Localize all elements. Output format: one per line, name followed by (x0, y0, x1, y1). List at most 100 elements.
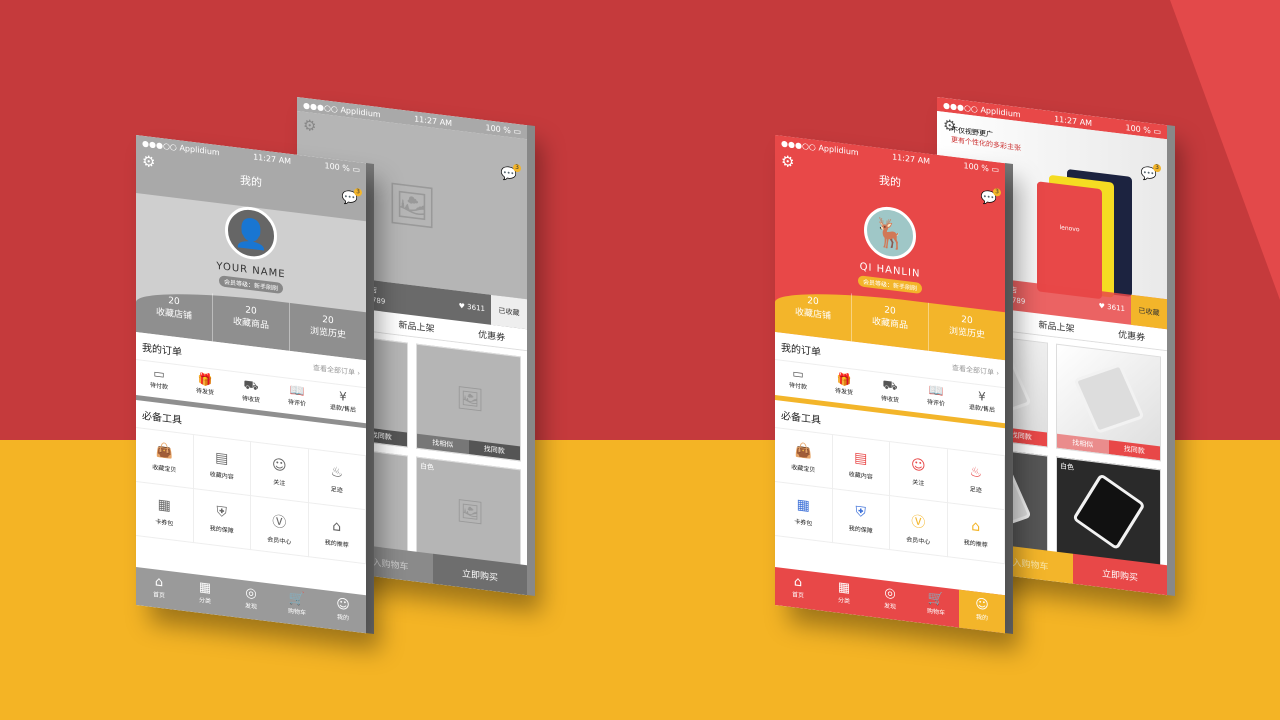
favorited-button[interactable]: 已收藏 (1131, 294, 1167, 330)
tool-content[interactable]: ▤ 收藏内容 (193, 435, 251, 497)
phone-edge (527, 125, 535, 596)
message-icon[interactable]: 💬 3 (1141, 163, 1161, 183)
message-icon[interactable]: 💬 3 (501, 163, 521, 183)
tool-footprint[interactable]: ♨ 足迹 (308, 449, 366, 511)
tab-cart[interactable]: 🛒 购物车 (274, 584, 320, 628)
tool-vip[interactable]: Ⓥ 会员中心 (890, 496, 948, 558)
content-icon: ▤ (215, 449, 229, 468)
order-refund[interactable]: ¥ 退款/售后 (959, 387, 1005, 418)
tool-card[interactable]: ▦ 卡券包 (775, 482, 833, 544)
order-label: 待收货 (880, 395, 899, 405)
vip-icon: Ⓥ (272, 513, 287, 532)
image-placeholder-icon: 🖼 (386, 179, 438, 232)
order-truck[interactable]: ⛟ 待收货 (228, 375, 274, 406)
tab-discover[interactable]: ◎ 发现 (228, 578, 274, 622)
follow-icon: ☺ (271, 456, 287, 475)
shop-tab-2[interactable]: 优惠券 (478, 327, 505, 343)
tool-follow[interactable]: ☺ 关注 (890, 442, 948, 504)
order-wallet[interactable]: ▭ 待付款 (136, 364, 182, 395)
find-similar-button[interactable]: 找相似 (1057, 433, 1109, 455)
tool-recommend[interactable]: ⌂ 我的推荐 (308, 503, 366, 565)
gear-icon[interactable]: ⚙ (781, 152, 794, 172)
view-all-orders-link[interactable]: 查看全部订单 › (313, 362, 360, 378)
vip-icon: Ⓥ (911, 513, 926, 532)
tool-recommend[interactable]: ⌂ 我的推荐 (947, 503, 1005, 565)
tab-me[interactable]: ☺ 我的 (320, 590, 366, 634)
category-icon: ▦ (198, 579, 212, 597)
tool-vip[interactable]: Ⓥ 会员中心 (251, 496, 309, 558)
product-card[interactable]: 找相似 找同款 (1056, 343, 1161, 462)
order-gift[interactable]: 🎁 待发货 (182, 370, 228, 401)
tools-title: 必备工具 (142, 410, 182, 427)
order-refund[interactable]: ¥ 退款/售后 (320, 387, 366, 418)
order-book[interactable]: 📖 待评价 (913, 381, 959, 412)
bag-icon: 👜 (155, 442, 173, 461)
tool-label: 收藏内容 (209, 471, 234, 482)
shop-tab-2[interactable]: 优惠券 (1118, 327, 1145, 343)
find-same-button[interactable]: 找同款 (1108, 440, 1160, 461)
view-all-orders-link[interactable]: 查看全部订单 › (952, 362, 999, 378)
gear-icon[interactable]: ⚙ (303, 116, 316, 136)
shield-icon: ⛨ (855, 503, 867, 522)
shield-icon: ⛨ (216, 503, 228, 522)
stat-1[interactable]: 20 收藏商品 (852, 293, 929, 351)
tool-shield[interactable]: ⛨ 我的保障 (832, 489, 890, 551)
order-label: 待评价 (926, 398, 945, 408)
message-count: 3 (513, 163, 521, 173)
tab-me[interactable]: ☺ 我的 (959, 589, 1005, 634)
refund-icon: ¥ (339, 388, 347, 404)
recommend-icon: ⌂ (332, 518, 342, 536)
stat-2[interactable]: 20 浏览历史 (290, 303, 366, 360)
tool-bag[interactable]: 👜 收藏宝贝 (775, 428, 833, 490)
tab-home[interactable]: ⌂ 首页 (136, 567, 182, 611)
order-gift[interactable]: 🎁 待发货 (821, 370, 867, 401)
stat-2[interactable]: 20 浏览历史 (929, 303, 1005, 360)
message-count: 3 (354, 187, 362, 197)
order-wallet[interactable]: ▭ 待付款 (775, 364, 821, 395)
favorited-button[interactable]: 已收藏 (491, 294, 527, 330)
stat-0[interactable]: 20 收藏店铺 (136, 284, 213, 342)
phone-edge (366, 163, 374, 634)
shop-tab-1[interactable]: 新品上架 (1038, 317, 1074, 334)
refund-icon: ¥ (978, 388, 986, 404)
order-book[interactable]: 📖 待评价 (274, 381, 320, 412)
tool-card[interactable]: ▦ 卡券包 (136, 482, 194, 544)
cart-icon: 🛒 (927, 590, 945, 608)
tab-discover[interactable]: ◎ 发现 (867, 578, 913, 622)
tab-category[interactable]: ▦ 分类 (182, 573, 228, 617)
tab-category[interactable]: ▦ 分类 (821, 573, 867, 617)
tool-content[interactable]: ▤ 收藏内容 (832, 435, 890, 497)
likes-count: ♥ 3611 (458, 301, 485, 314)
likes-count: ♥ 3611 (1098, 301, 1125, 314)
avatar[interactable]: 🦌 (864, 203, 916, 263)
tab-label: 购物车 (287, 607, 306, 617)
tab-cart[interactable]: 🛒 购物车 (913, 584, 959, 628)
background-corner (1170, 0, 1280, 300)
tool-shield[interactable]: ⛨ 我的保障 (193, 489, 251, 551)
stat-1[interactable]: 20 收藏商品 (213, 293, 290, 351)
tab-home[interactable]: ⌂ 首页 (775, 567, 821, 611)
tool-label: 我的推荐 (324, 539, 349, 550)
gear-icon[interactable]: ⚙ (142, 152, 155, 172)
find-similar-button[interactable]: 找相似 (417, 433, 469, 455)
tool-follow[interactable]: ☺ 关注 (251, 442, 309, 504)
footprint-icon: ♨ (330, 463, 344, 482)
tab-label: 分类 (837, 596, 850, 606)
category-icon: ▦ (837, 579, 851, 597)
tool-bag[interactable]: 👜 收藏宝贝 (136, 428, 194, 490)
avatar[interactable]: 👤 (225, 203, 277, 263)
find-same-button[interactable]: 找同款 (468, 440, 520, 461)
order-truck[interactable]: ⛟ 待收货 (867, 375, 913, 406)
message-icon[interactable]: 💬 3 (342, 187, 362, 207)
tab-label: 我的 (336, 613, 349, 623)
tab-label: 我的 (975, 613, 988, 623)
message-count: 3 (993, 187, 1001, 197)
tool-footprint[interactable]: ♨ 足迹 (947, 449, 1005, 511)
tool-label: 收藏宝贝 (152, 463, 177, 474)
footprint-icon: ♨ (969, 463, 983, 482)
message-icon[interactable]: 💬 3 (981, 187, 1001, 207)
product-card[interactable]: 🖼 找相似 找同款 (416, 343, 521, 462)
stat-0[interactable]: 20 收藏店铺 (775, 284, 852, 342)
shop-tab-1[interactable]: 新品上架 (398, 317, 434, 334)
me-icon: ☺ (975, 596, 989, 614)
